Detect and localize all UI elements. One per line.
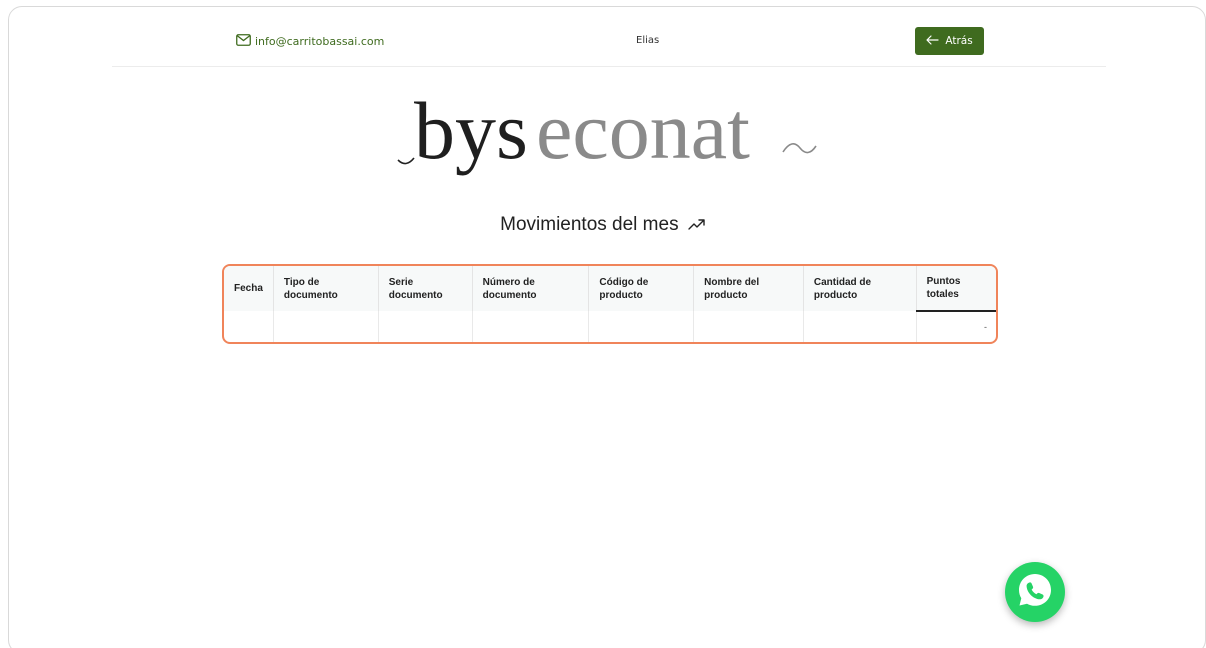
back-button[interactable]: Atrás — [915, 27, 984, 55]
table-cell — [693, 311, 804, 342]
brand-logo: bys econat — [396, 85, 826, 186]
column-header-puntos-totales[interactable]: Puntos totales — [916, 266, 996, 312]
column-header-serie-documento[interactable]: Serie documento — [378, 266, 473, 311]
whatsapp-button[interactable] — [1005, 562, 1065, 622]
column-header-nombre-producto[interactable]: Nombre del producto — [693, 266, 804, 311]
arrow-left-icon — [926, 34, 939, 48]
table-header-row: Fecha Tipo de documento Serie documento … — [224, 266, 996, 312]
table-row: - — [224, 311, 996, 342]
table-cell — [588, 311, 695, 342]
table-cell — [224, 311, 274, 342]
total-points-cell: - — [984, 322, 987, 332]
column-header-codigo-producto[interactable]: Código de producto — [588, 266, 695, 311]
email-text: info@carritobassai.com — [255, 35, 385, 48]
user-name: Elias — [636, 35, 660, 46]
column-header-cantidad-producto[interactable]: Cantidad de producto — [803, 266, 917, 311]
table-cell — [273, 311, 379, 342]
movements-table: Fecha Tipo de documento Serie documento … — [222, 264, 998, 344]
section-title-text: Movimientos del mes — [500, 214, 679, 236]
column-header-tipo-documento[interactable]: Tipo de documento — [273, 266, 379, 311]
logo-text-dark: bys — [414, 86, 528, 176]
trending-up-icon — [688, 214, 706, 236]
top-bar: info@carritobassai.com Elias Atrás — [112, 20, 1106, 67]
column-header-fecha[interactable]: Fecha — [224, 266, 274, 311]
email-link[interactable]: info@carritobassai.com — [236, 34, 384, 49]
column-header-numero-documento[interactable]: Número de documento — [472, 266, 590, 311]
table-cell — [472, 311, 590, 342]
table-cell — [378, 311, 473, 342]
logo-text-light: econat — [536, 86, 750, 176]
table-cell — [803, 311, 917, 342]
back-label: Atrás — [945, 35, 973, 47]
whatsapp-icon — [1015, 570, 1055, 614]
mail-icon — [236, 34, 251, 49]
section-title: Movimientos del mes — [0, 214, 1206, 236]
